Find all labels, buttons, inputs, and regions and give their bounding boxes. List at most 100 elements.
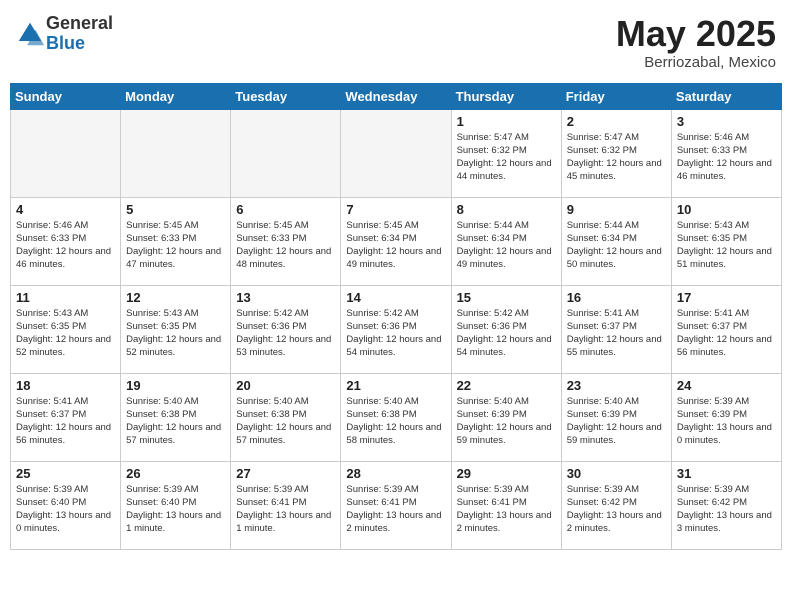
weekday-header: Sunday bbox=[11, 83, 121, 109]
day-number: 25 bbox=[16, 466, 115, 481]
day-number: 9 bbox=[567, 202, 666, 217]
day-number: 3 bbox=[677, 114, 776, 129]
calendar-day-cell: 25Sunrise: 5:39 AM Sunset: 6:40 PM Dayli… bbox=[11, 461, 121, 549]
calendar-day-cell: 14 Sunrise: 5:42 AM Sunset: 6:36 PM Dayli… bbox=[341, 285, 451, 373]
calendar-week-row: 11 Sunrise: 5:43 AM Sunset: 6:35 PM Dayli… bbox=[11, 285, 782, 373]
logo-icon bbox=[16, 20, 44, 48]
day-info: Sunrise: 5:41 AM Sunset: 6:37 PM Dayligh… bbox=[677, 307, 776, 360]
calendar-day-cell: 21 Sunrise: 5:40 AM Sunset: 6:38 PM Dayli… bbox=[341, 373, 451, 461]
day-info: Sunrise: 5:46 AM Sunset: 6:33 PM Dayligh… bbox=[16, 219, 115, 272]
calendar-day-cell: 18Sunrise: 5:41 AM Sunset: 6:37 PM Dayli… bbox=[11, 373, 121, 461]
calendar-table: SundayMondayTuesdayWednesdayThursdayFrid… bbox=[10, 83, 782, 550]
calendar-day-cell: 28Sunrise: 5:39 AM Sunset: 6:41 PM Dayli… bbox=[341, 461, 451, 549]
calendar-day-cell: 2 Sunrise: 5:47 AM Sunset: 6:32 PM Daylig… bbox=[561, 109, 671, 197]
day-info: Sunrise: 5:44 AM Sunset: 6:34 PM Dayligh… bbox=[567, 219, 666, 272]
day-number: 18 bbox=[16, 378, 115, 393]
calendar-day-cell: 27 Sunrise: 5:39 AM Sunset: 6:41 PM Dayli… bbox=[231, 461, 341, 549]
day-number: 20 bbox=[236, 378, 335, 393]
calendar-day-cell: 31Sunrise: 5:39 AM Sunset: 6:42 PM Dayli… bbox=[671, 461, 781, 549]
calendar-day-cell bbox=[231, 109, 341, 197]
weekday-header: Monday bbox=[121, 83, 231, 109]
day-info: Sunrise: 5:43 AM Sunset: 6:35 PM Dayligh… bbox=[16, 307, 115, 360]
day-number: 13 bbox=[236, 290, 335, 305]
day-info: Sunrise: 5:45 AM Sunset: 6:33 PM Dayligh… bbox=[126, 219, 225, 272]
month-title: May 2025 bbox=[616, 14, 776, 54]
calendar-day-cell: 9 Sunrise: 5:44 AM Sunset: 6:34 PM Daylig… bbox=[561, 197, 671, 285]
day-info: Sunrise: 5:42 AM Sunset: 6:36 PM Dayligh… bbox=[457, 307, 556, 360]
day-number: 12 bbox=[126, 290, 225, 305]
weekday-header: Tuesday bbox=[231, 83, 341, 109]
day-info: Sunrise: 5:40 AM Sunset: 6:38 PM Dayligh… bbox=[346, 395, 445, 448]
day-info: Sunrise: 5:39 AM Sunset: 6:40 PM Dayligh… bbox=[126, 483, 225, 536]
day-number: 8 bbox=[457, 202, 556, 217]
calendar-day-cell: 7Sunrise: 5:45 AM Sunset: 6:34 PM Daylig… bbox=[341, 197, 451, 285]
calendar-day-cell: 3Sunrise: 5:46 AM Sunset: 6:33 PM Daylig… bbox=[671, 109, 781, 197]
day-info: Sunrise: 5:42 AM Sunset: 6:36 PM Dayligh… bbox=[346, 307, 445, 360]
day-number: 1 bbox=[457, 114, 556, 129]
day-number: 15 bbox=[457, 290, 556, 305]
day-info: Sunrise: 5:39 AM Sunset: 6:42 PM Dayligh… bbox=[567, 483, 666, 536]
day-info: Sunrise: 5:45 AM Sunset: 6:33 PM Dayligh… bbox=[236, 219, 335, 272]
day-info: Sunrise: 5:39 AM Sunset: 6:41 PM Dayligh… bbox=[236, 483, 335, 536]
day-info: Sunrise: 5:43 AM Sunset: 6:35 PM Dayligh… bbox=[677, 219, 776, 272]
day-number: 30 bbox=[567, 466, 666, 481]
day-info: Sunrise: 5:47 AM Sunset: 6:32 PM Dayligh… bbox=[567, 131, 666, 184]
day-info: Sunrise: 5:40 AM Sunset: 6:39 PM Dayligh… bbox=[567, 395, 666, 448]
calendar-day-cell: 15 Sunrise: 5:42 AM Sunset: 6:36 PM Dayli… bbox=[451, 285, 561, 373]
day-info: Sunrise: 5:40 AM Sunset: 6:38 PM Dayligh… bbox=[236, 395, 335, 448]
day-info: Sunrise: 5:41 AM Sunset: 6:37 PM Dayligh… bbox=[567, 307, 666, 360]
calendar-week-row: 25 Sunrise: 5:39 AM Sunset: 6:40 PM Dayli… bbox=[11, 461, 782, 549]
day-number: 2 bbox=[567, 114, 666, 129]
calendar-week-row: 18Sunrise: 5:41 AM Sunset: 6:37 PM Dayli… bbox=[11, 373, 782, 461]
calendar-day-cell: 13 Sunrise: 5:42 AM Sunset: 6:36 PM Dayli… bbox=[231, 285, 341, 373]
calendar-day-cell bbox=[341, 109, 451, 197]
calendar-day-cell bbox=[11, 109, 121, 197]
logo-blue-text: Blue bbox=[46, 34, 113, 54]
logo-general-text: General bbox=[46, 14, 113, 34]
calendar-day-cell: 26 Sunrise: 5:39 AM Sunset: 6:40 PM Dayli… bbox=[121, 461, 231, 549]
calendar-day-cell: 11 Sunrise: 5:43 AM Sunset: 6:35 PM Dayli… bbox=[11, 285, 121, 373]
calendar-day-cell: 23 Sunrise: 5:40 AM Sunset: 6:39 PM Dayli… bbox=[561, 373, 671, 461]
day-number: 22 bbox=[457, 378, 556, 393]
day-number: 24 bbox=[677, 378, 776, 393]
calendar-day-cell bbox=[121, 109, 231, 197]
day-number: 7 bbox=[346, 202, 445, 217]
title-block: May 2025 Berriozabal, Mexico bbox=[616, 14, 776, 71]
calendar-day-cell: 5 Sunrise: 5:45 AM Sunset: 6:33 PM Daylig… bbox=[121, 197, 231, 285]
calendar-day-cell: 17 Sunrise: 5:41 AM Sunset: 6:37 PM Dayli… bbox=[671, 285, 781, 373]
day-number: 21 bbox=[346, 378, 445, 393]
day-number: 14 bbox=[346, 290, 445, 305]
calendar-day-cell: 29Sunrise: 5:39 AM Sunset: 6:41 PM Dayli… bbox=[451, 461, 561, 549]
day-number: 6 bbox=[236, 202, 335, 217]
calendar-day-cell: 12Sunrise: 5:43 AM Sunset: 6:35 PM Dayli… bbox=[121, 285, 231, 373]
day-number: 5 bbox=[126, 202, 225, 217]
calendar-day-cell: 8 Sunrise: 5:44 AM Sunset: 6:34 PM Daylig… bbox=[451, 197, 561, 285]
day-info: Sunrise: 5:39 AM Sunset: 6:41 PM Dayligh… bbox=[457, 483, 556, 536]
day-info: Sunrise: 5:39 AM Sunset: 6:39 PM Dayligh… bbox=[677, 395, 776, 448]
day-number: 31 bbox=[677, 466, 776, 481]
day-number: 23 bbox=[567, 378, 666, 393]
weekday-header-row: SundayMondayTuesdayWednesdayThursdayFrid… bbox=[11, 83, 782, 109]
page-header: General Blue May 2025 Berriozabal, Mexic… bbox=[10, 10, 782, 75]
calendar-day-cell: 16Sunrise: 5:41 AM Sunset: 6:37 PM Dayli… bbox=[561, 285, 671, 373]
day-info: Sunrise: 5:47 AM Sunset: 6:32 PM Dayligh… bbox=[457, 131, 556, 184]
calendar-day-cell: 1 Sunrise: 5:47 AM Sunset: 6:32 PM Daylig… bbox=[451, 109, 561, 197]
day-info: Sunrise: 5:42 AM Sunset: 6:36 PM Dayligh… bbox=[236, 307, 335, 360]
day-number: 27 bbox=[236, 466, 335, 481]
weekday-header: Saturday bbox=[671, 83, 781, 109]
calendar-week-row: 4 Sunrise: 5:46 AM Sunset: 6:33 PM Daylig… bbox=[11, 197, 782, 285]
calendar-day-cell: 20 Sunrise: 5:40 AM Sunset: 6:38 PM Dayli… bbox=[231, 373, 341, 461]
day-info: Sunrise: 5:40 AM Sunset: 6:39 PM Dayligh… bbox=[457, 395, 556, 448]
location: Berriozabal, Mexico bbox=[616, 54, 776, 71]
day-number: 4 bbox=[16, 202, 115, 217]
day-number: 26 bbox=[126, 466, 225, 481]
weekday-header: Thursday bbox=[451, 83, 561, 109]
day-number: 10 bbox=[677, 202, 776, 217]
day-info: Sunrise: 5:44 AM Sunset: 6:34 PM Dayligh… bbox=[457, 219, 556, 272]
day-number: 17 bbox=[677, 290, 776, 305]
weekday-header: Wednesday bbox=[341, 83, 451, 109]
calendar-day-cell: 19Sunrise: 5:40 AM Sunset: 6:38 PM Dayli… bbox=[121, 373, 231, 461]
day-number: 11 bbox=[16, 290, 115, 305]
calendar-day-cell: 22 Sunrise: 5:40 AM Sunset: 6:39 PM Dayli… bbox=[451, 373, 561, 461]
calendar-week-row: 1 Sunrise: 5:47 AM Sunset: 6:32 PM Daylig… bbox=[11, 109, 782, 197]
